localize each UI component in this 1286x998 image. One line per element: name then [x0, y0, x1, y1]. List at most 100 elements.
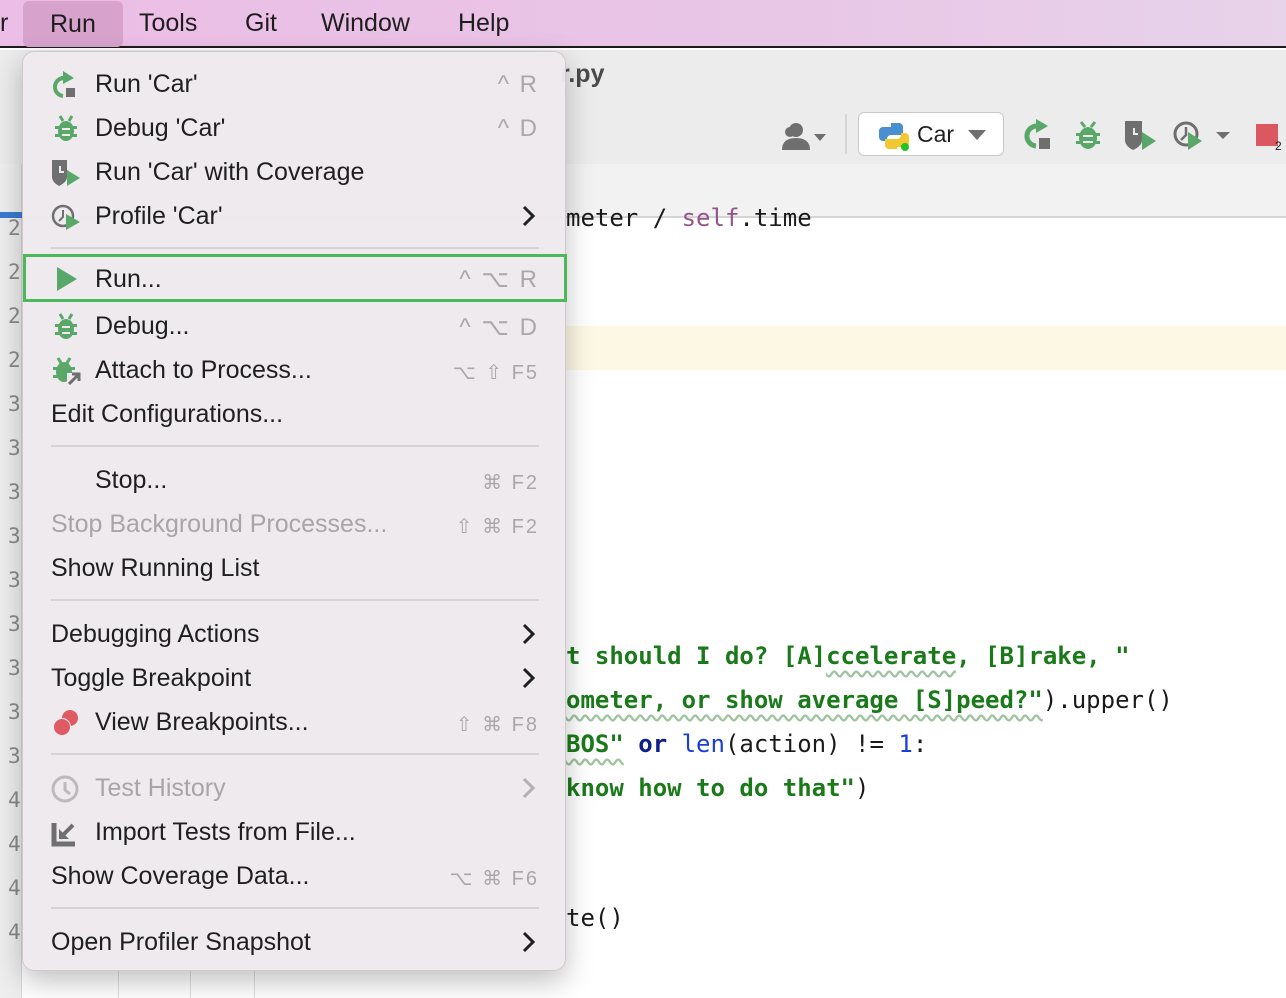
- code-token: BOS": [566, 730, 624, 758]
- line-number: 3: [8, 480, 21, 504]
- run-configuration-selector[interactable]: Car: [858, 112, 1004, 156]
- chevron-right-icon: [522, 667, 536, 689]
- menubar-item-git[interactable]: Git: [245, 0, 277, 46]
- menu-item-edit-configurations[interactable]: Edit Configurations...: [23, 392, 567, 436]
- menu-item-run-with-coverage[interactable]: Run 'Car' with Coverage: [23, 150, 567, 194]
- menu-item-show-running-list[interactable]: Show Running List: [23, 546, 567, 590]
- menu-item-toggle-breakpoint[interactable]: Toggle Breakpoint: [23, 656, 567, 700]
- menu-item-open-profiler-snapshot[interactable]: Open Profiler Snapshot: [23, 920, 567, 964]
- menu-item-label: Import Tests from File...: [95, 818, 356, 846]
- menu-item-show-coverage-data[interactable]: Show Coverage Data... ⌥ ⌘ F6: [23, 854, 567, 898]
- menu-item-debug-car[interactable]: Debug 'Car' ^ D: [23, 106, 567, 150]
- menu-item-view-breakpoints[interactable]: View Breakpoints... ⇧ ⌘ F8: [23, 700, 567, 744]
- menubar-item-help[interactable]: Help: [458, 0, 509, 46]
- code-line: te(): [566, 904, 624, 932]
- menu-separator: [51, 753, 539, 755]
- menu-item-label: Debugging Actions: [51, 620, 260, 648]
- line-number: 3: [8, 656, 21, 680]
- chevron-right-icon: [522, 931, 536, 953]
- code-token: meter /: [566, 204, 682, 232]
- chevron-right-icon: [522, 623, 536, 645]
- menu-item-debug-ellipsis[interactable]: Debug... ^ ⌥ D: [23, 304, 567, 348]
- coverage-icon[interactable]: [1122, 118, 1158, 152]
- shortcut-label: ⌥ ⇧ F5: [452, 362, 539, 384]
- shortcut-label: ^ D: [497, 115, 539, 142]
- shortcut-label: ⇧ ⌘ F2: [455, 516, 539, 538]
- user-icon[interactable]: [776, 120, 828, 152]
- stop-badge-count: 2: [1275, 139, 1282, 152]
- shortcut-label: ⇧ ⌘ F8: [455, 714, 539, 736]
- menu-item-label: Stop...: [95, 466, 168, 494]
- attach-icon: [53, 357, 81, 385]
- menu-item-label: Attach to Process...: [95, 356, 312, 384]
- chevron-right-icon: [522, 777, 536, 799]
- menu-item-profile-car[interactable]: Profile 'Car': [23, 194, 567, 238]
- menubar-item-previous[interactable]: r: [0, 0, 8, 46]
- code-token: (action) !=: [724, 730, 899, 758]
- menu-separator: [51, 445, 539, 447]
- code-token: ): [854, 774, 870, 802]
- line-number: 3: [8, 524, 21, 548]
- line-number-gutter: 2 2 2 2 3 3 3 3 3 3 3 3 3 4 4 4 4: [0, 164, 22, 998]
- code-token: len: [681, 730, 725, 758]
- run-configuration-label: Car: [917, 121, 955, 147]
- code-token: .time: [739, 204, 812, 232]
- code-line: know how to do that"): [566, 774, 869, 802]
- gutter-accent-bar: [0, 212, 22, 218]
- profile-icon[interactable]: [1172, 118, 1232, 152]
- line-number: 3: [8, 436, 21, 460]
- code-token: ccelerate: [826, 642, 957, 670]
- menu-item-label: Debug 'Car': [95, 114, 226, 142]
- code-token: te(): [566, 904, 624, 932]
- line-number: 4: [8, 788, 21, 812]
- python-icon: [879, 123, 909, 151]
- line-number: 3: [8, 568, 21, 592]
- menu-item-import-tests[interactable]: Import Tests from File...: [23, 810, 567, 854]
- code-token: :: [912, 730, 928, 758]
- code-line: BOS" or len(action) != 1:: [566, 730, 927, 758]
- line-number: 4: [8, 876, 21, 900]
- line-number: 4: [8, 920, 21, 944]
- stop-icon[interactable]: 2: [1254, 122, 1286, 152]
- menu-item-test-history: Test History: [23, 766, 567, 810]
- menu-item-run-car[interactable]: Run 'Car' ^ R: [23, 62, 567, 106]
- clock-icon: [51, 775, 79, 803]
- shortcut-label: ^ ⌥ D: [459, 314, 539, 341]
- menubar-item-window[interactable]: Window: [321, 0, 410, 46]
- menu-item-label: Run 'Car': [95, 70, 198, 98]
- toolbar-separator: [845, 114, 847, 154]
- run-icon: [57, 267, 77, 291]
- menu-separator: [51, 907, 539, 909]
- menu-separator: [51, 247, 539, 249]
- breakpoints-icon: [53, 710, 78, 736]
- menu-item-label: Stop Background Processes...: [51, 510, 388, 538]
- menubar-item-tools[interactable]: Tools: [139, 0, 197, 46]
- debug-icon[interactable]: [1072, 120, 1104, 152]
- debug-icon: [55, 115, 77, 141]
- menu-item-debugging-actions[interactable]: Debugging Actions: [23, 612, 567, 656]
- menu-item-stop[interactable]: Stop... ⌘ F2: [23, 458, 567, 502]
- menubar-item-run[interactable]: Run: [23, 1, 123, 47]
- menu-item-label: Open Profiler Snapshot: [51, 928, 311, 956]
- profile-icon: [51, 204, 80, 230]
- menu-item-label: Edit Configurations...: [51, 400, 284, 428]
- coverage-icon: [52, 160, 80, 186]
- code-token: or: [638, 730, 668, 758]
- line-number: 2: [8, 260, 21, 284]
- line-number: 4: [8, 832, 21, 856]
- code-token: t should I do? [A]: [566, 642, 827, 670]
- chevron-right-icon: [522, 205, 536, 227]
- code-token: 1: [898, 730, 913, 758]
- rerun-icon: [53, 71, 75, 98]
- code-line: t should I do? [A]ccelerate, [B]rake, ": [566, 642, 1130, 670]
- menu-item-run-ellipsis[interactable]: Run... ^ ⌥ R: [23, 254, 567, 302]
- chevron-down-icon: [968, 130, 986, 140]
- rerun-icon[interactable]: [1022, 118, 1054, 152]
- shortcut-label: ⌥ ⌘ F6: [449, 868, 539, 890]
- shortcut-label: ⌘ F2: [482, 472, 539, 494]
- menu-item-attach-to-process[interactable]: Attach to Process... ⌥ ⇧ F5: [23, 348, 567, 392]
- menu-item-label: View Breakpoints...: [95, 708, 309, 736]
- line-number: 2: [8, 216, 21, 240]
- code-token: ometer, or show average [S]peed?": [566, 686, 1043, 714]
